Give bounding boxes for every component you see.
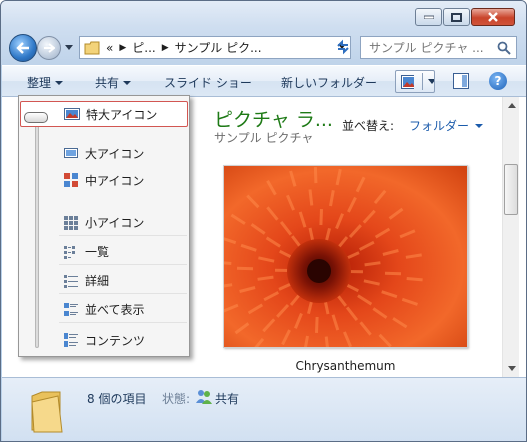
share-label: 共有 — [95, 76, 120, 90]
menu-item-label: 並べて表示 — [85, 303, 145, 317]
menu-item-label: 中アイコン — [85, 173, 145, 188]
chevron-down-icon — [475, 124, 484, 128]
search-box[interactable] — [360, 36, 517, 59]
recent-pages-dropdown[interactable] — [63, 41, 75, 53]
library-title: ピクチャ ラ... — [214, 109, 333, 131]
menu-item-small-icons[interactable]: 小アイコン — [59, 210, 187, 236]
flower-photo — [224, 166, 467, 347]
caption-buttons — [415, 8, 515, 26]
command-bar: 整理 共有 スライド ショー 新しいフォルダー ? — [2, 65, 526, 97]
chevron-down-icon — [123, 81, 132, 85]
preview-pane-icon[interactable] — [453, 73, 469, 89]
file-name-label[interactable]: Chrysanthemum — [223, 359, 468, 373]
divider — [422, 73, 423, 90]
scroll-up-button[interactable] — [503, 97, 520, 114]
small-icons-icon — [64, 215, 78, 230]
close-icon — [488, 12, 498, 22]
search-icon[interactable] — [497, 41, 511, 55]
organize-menu-button[interactable]: 整理 — [27, 74, 64, 91]
maximize-button[interactable] — [443, 8, 470, 26]
refresh-icon — [337, 39, 349, 55]
view-slider-track[interactable] — [35, 114, 39, 348]
details-pane: 8 個の項目 状態: 共有 — [2, 377, 526, 441]
slideshow-button[interactable]: スライド ショー — [164, 74, 252, 91]
content-view-icon — [64, 333, 78, 347]
breadcrumb-item[interactable]: サンプル ピク... — [175, 39, 262, 56]
large-icons-icon — [64, 148, 78, 158]
organize-label: 整理 — [27, 76, 52, 90]
menu-item-label: 特大アイコン — [86, 107, 158, 122]
breadcrumb-separator-icon[interactable]: ▶ — [162, 43, 169, 53]
folder-icon — [84, 41, 100, 54]
scroll-up-icon — [507, 103, 516, 108]
new-folder-button[interactable]: 新しいフォルダー — [281, 74, 377, 91]
refresh-button[interactable] — [334, 38, 352, 56]
close-button[interactable] — [471, 8, 515, 26]
help-button[interactable]: ? — [489, 72, 507, 90]
view-size-menu: 特大アイコン 大アイコン 中アイコン 小アイコン 一覧 詳細 並べて表示 コンテ… — [18, 95, 190, 357]
forward-button[interactable] — [37, 36, 61, 60]
details-view-icon — [64, 274, 78, 288]
vertical-scrollbar[interactable] — [502, 97, 519, 377]
scroll-thumb[interactable] — [504, 164, 518, 215]
state-label: 状態: — [162, 392, 191, 406]
menu-item-large-icons[interactable]: 大アイコン — [59, 140, 187, 166]
search-input[interactable] — [361, 37, 491, 58]
menu-item-label: 大アイコン — [85, 146, 145, 161]
state-value: 共有 — [215, 392, 240, 406]
folder-icon — [31, 391, 63, 433]
breadcrumb-item[interactable]: ピ... — [132, 39, 155, 56]
explorer-window: « ▶ ピ... ▶ サンプル ピク... 整理 共有 スライド ショー 新しい… — [0, 0, 527, 442]
chevron-down-icon — [65, 44, 73, 50]
maximize-icon — [451, 12, 462, 22]
menu-item-medium-icons[interactable]: 中アイコン — [59, 167, 187, 193]
menu-item-tiles[interactable]: 並べて表示 — [59, 297, 187, 323]
back-arrow-icon — [16, 42, 29, 54]
item-count: 8 個の項目 — [87, 392, 147, 406]
minimize-button[interactable] — [415, 8, 442, 26]
library-subtitle: サンプル ピクチャ — [214, 131, 314, 145]
menu-item-list[interactable]: 一覧 — [59, 239, 187, 265]
minimize-icon — [423, 15, 434, 19]
breadcrumb-overflow[interactable]: « — [106, 41, 113, 55]
arrange-by-dropdown[interactable]: フォルダー — [409, 117, 484, 134]
change-view-button[interactable] — [395, 70, 435, 93]
arrange-by-label: 並べ替え: — [342, 119, 395, 133]
view-slider-knob[interactable] — [24, 112, 48, 123]
menu-item-label: コンテンツ — [85, 333, 146, 348]
view-icon — [401, 74, 414, 89]
forward-arrow-icon — [44, 43, 55, 53]
tiles-view-icon — [64, 302, 78, 316]
arrange-by-value: フォルダー — [409, 119, 470, 133]
chevron-down-icon[interactable] — [427, 79, 434, 84]
breadcrumb-separator-icon[interactable]: ▶ — [119, 43, 126, 53]
menu-item-details[interactable]: 詳細 — [59, 268, 187, 294]
menu-item-label: 小アイコン — [85, 216, 145, 230]
shared-people-icon — [196, 390, 212, 404]
address-bar[interactable]: « ▶ ピ... ▶ サンプル ピク... — [79, 36, 351, 59]
scroll-down-button[interactable] — [503, 360, 520, 377]
share-menu-button[interactable]: 共有 — [95, 74, 132, 91]
menu-item-label: 一覧 — [85, 245, 110, 259]
menu-item-content[interactable]: コンテンツ — [59, 327, 187, 353]
list-view-icon — [64, 245, 75, 259]
back-button[interactable] — [9, 34, 37, 62]
scroll-down-icon — [507, 366, 516, 371]
menu-item-label: 詳細 — [85, 274, 110, 288]
extra-large-icons-icon — [64, 108, 80, 120]
medium-icons-icon — [64, 173, 78, 187]
chrysanthemum-thumbnail[interactable] — [223, 165, 468, 348]
chevron-down-icon — [55, 81, 64, 85]
